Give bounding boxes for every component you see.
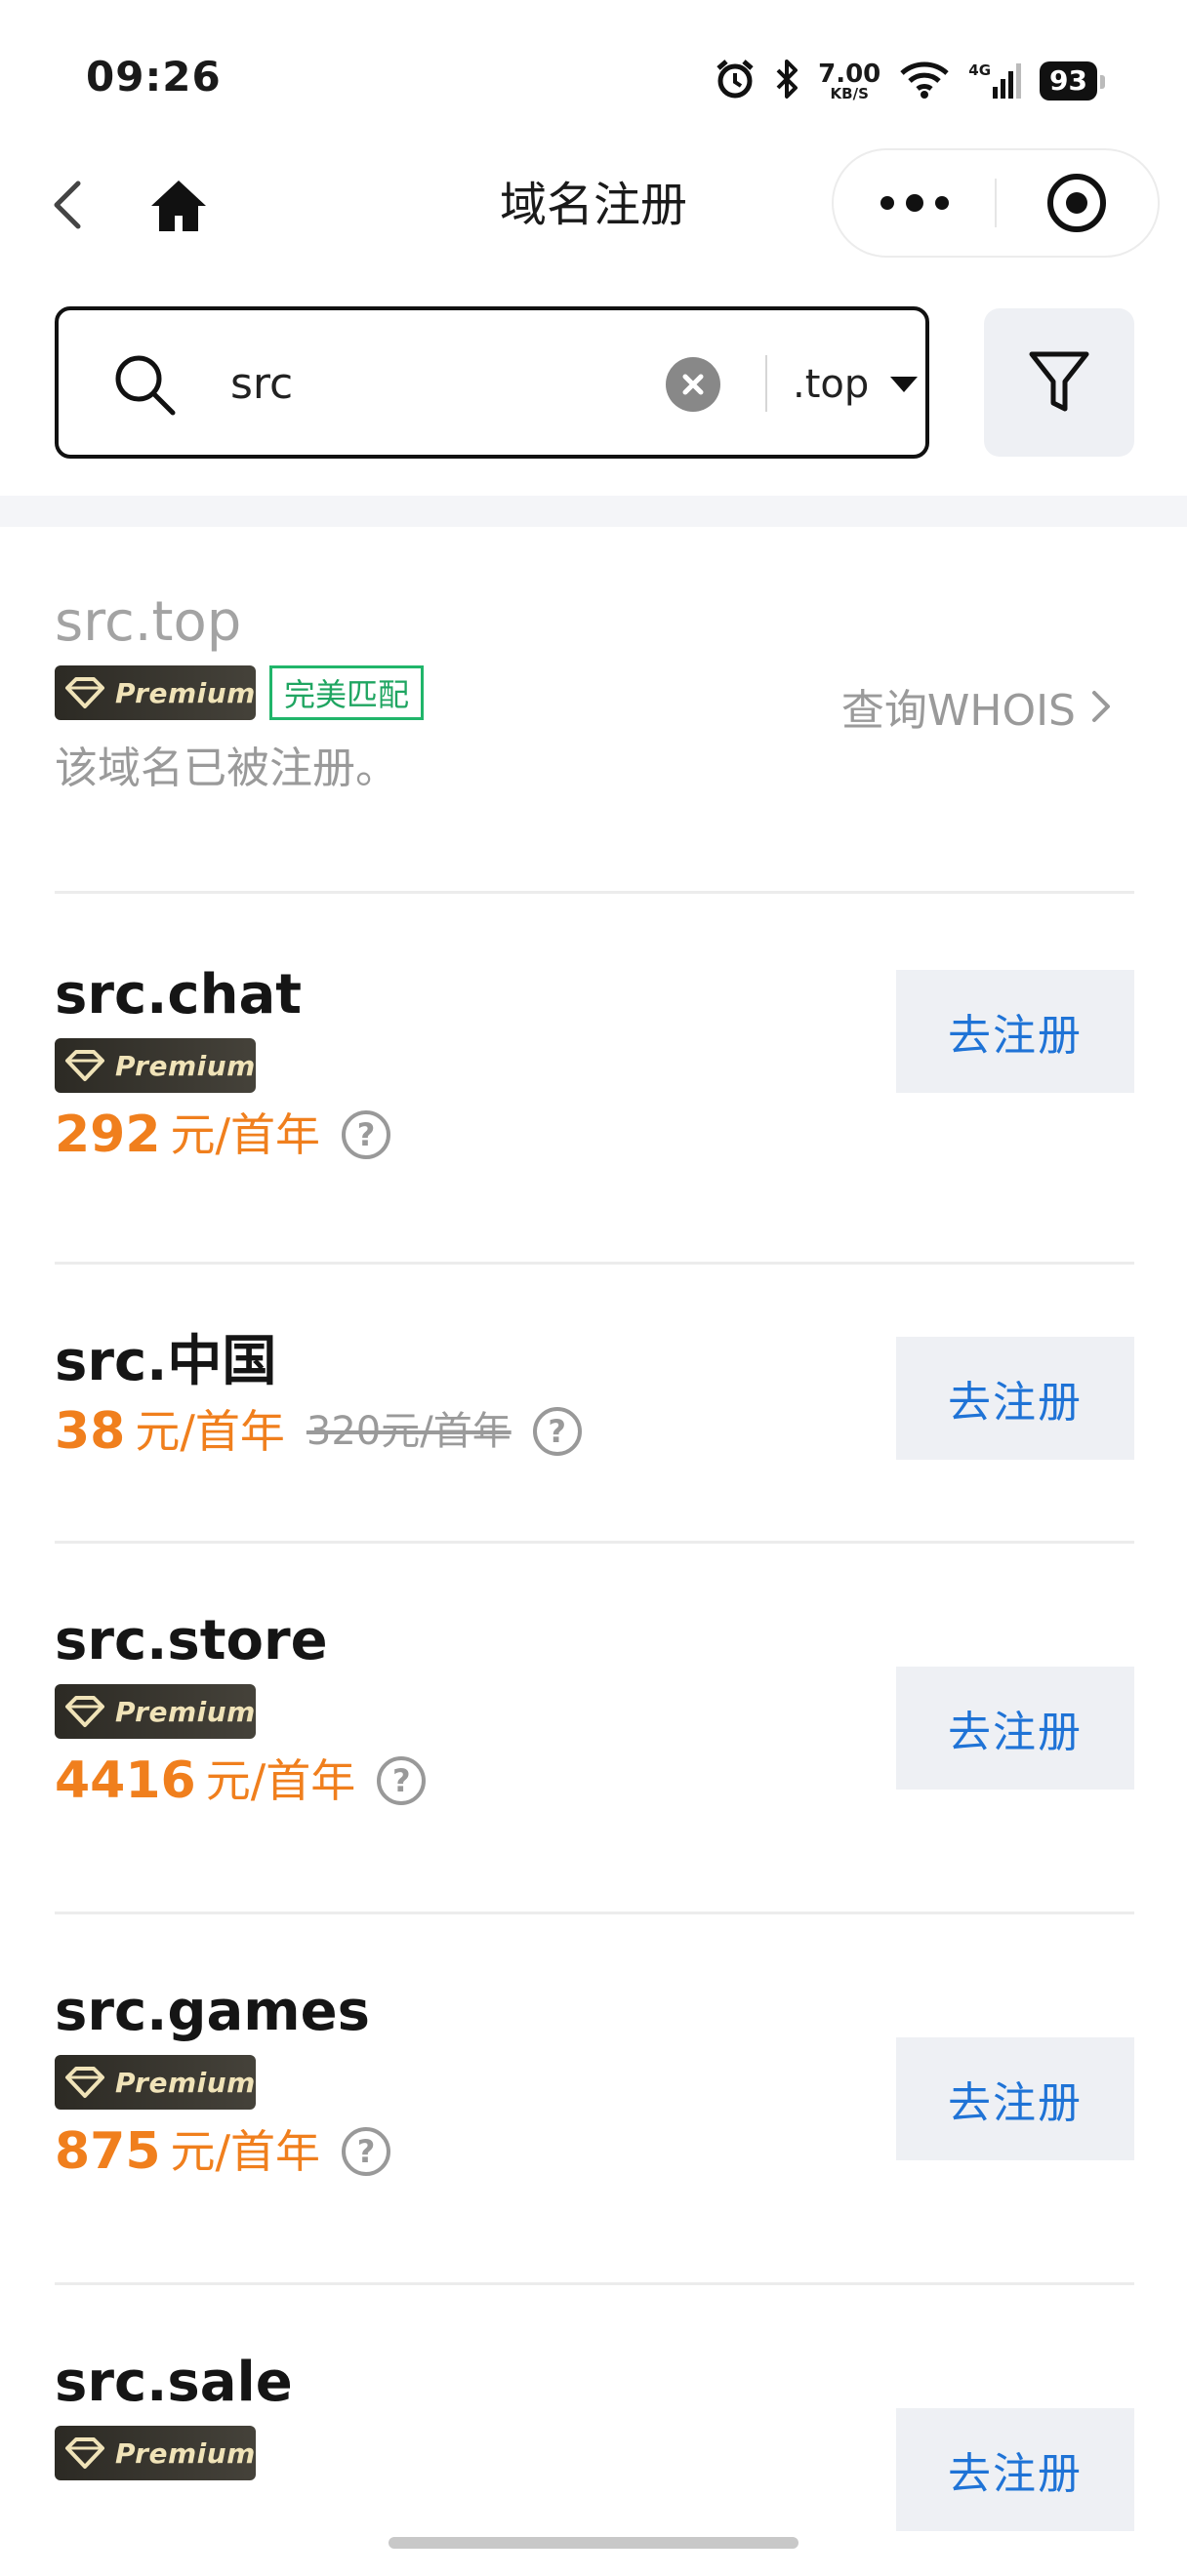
price-unit: 元/首年 <box>205 1754 356 1807</box>
search-box: src .top <box>55 306 929 459</box>
premium-badge: Premium <box>55 1684 256 1739</box>
list-item: src.top Premium 完美匹配 查询WHOIS 该域名已被注册。 <box>55 527 1134 894</box>
original-price: 320元/首年 <box>306 1409 512 1454</box>
battery-indicator: 93 <box>1040 61 1105 101</box>
list-item: src.store Premium 4416 元/首年 ? 去注册 <box>55 1544 1134 1914</box>
more-dot-icon <box>880 196 894 210</box>
status-icons: 7.00 KB/S 4G 93 <box>713 57 1105 105</box>
premium-label: Premium <box>115 1695 256 1728</box>
diamond-icon <box>65 1696 104 1727</box>
diamond-icon <box>65 677 104 708</box>
more-dot-icon <box>905 194 923 212</box>
premium-label: Premium <box>115 676 256 709</box>
section-divider <box>0 496 1187 527</box>
status-bar: 09:26 7.00 KB/S 4G 93 <box>0 0 1187 146</box>
register-button[interactable]: 去注册 <box>896 1667 1134 1790</box>
price: 292 元/首年 ? <box>55 1103 1134 1167</box>
caret-down-icon <box>890 377 919 392</box>
premium-label: Premium <box>115 2066 256 2099</box>
diamond-icon <box>65 2067 104 2098</box>
price-value: 38 <box>55 1402 126 1461</box>
tld-selected-value: .top <box>793 362 870 407</box>
miniprogram-capsule <box>832 148 1160 258</box>
domain-name: src.top <box>55 590 242 654</box>
premium-label: Premium <box>115 2436 256 2470</box>
more-button[interactable] <box>834 150 995 256</box>
alarm-icon <box>713 57 757 105</box>
bluetooth-icon <box>775 58 800 104</box>
help-icon[interactable]: ? <box>342 1110 391 1159</box>
price-unit: 元/首年 <box>170 2125 321 2178</box>
premium-badge: Premium <box>55 2426 256 2480</box>
price-unit: 元/首年 <box>170 1108 321 1161</box>
price-unit: 元/首年 <box>135 1405 285 1458</box>
wifi-icon <box>898 60 951 102</box>
list-item: src.chat Premium 292 元/首年 ? 去注册 <box>55 894 1134 1265</box>
status-time: 09:26 <box>86 53 222 101</box>
filter-icon <box>1029 351 1089 412</box>
list-item: src.中国 38 元/首年 320元/首年 ? 去注册 <box>55 1265 1134 1544</box>
tld-dropdown[interactable]: .top <box>793 355 919 414</box>
register-button[interactable]: 去注册 <box>896 2408 1134 2531</box>
premium-badge: Premium <box>55 665 256 720</box>
premium-badge: Premium <box>55 2055 256 2110</box>
premium-badge: Premium <box>55 1038 256 1093</box>
register-button[interactable]: 去注册 <box>896 1337 1134 1460</box>
search-input[interactable]: src <box>230 355 293 414</box>
search-icon <box>111 351 178 422</box>
whois-label: 查询WHOIS <box>840 686 1076 736</box>
network-type: 4G <box>968 61 992 79</box>
price-value: 875 <box>55 2122 161 2181</box>
perfect-match-badge: 完美匹配 <box>269 665 425 720</box>
help-icon[interactable]: ? <box>342 2127 391 2176</box>
register-button[interactable]: 去注册 <box>896 2037 1134 2160</box>
list-item: src.games Premium 875 元/首年 ? 去注册 <box>55 1914 1134 2285</box>
whois-link[interactable]: 查询WHOIS <box>841 675 1113 738</box>
diamond-icon <box>65 1050 104 1081</box>
more-dot-icon <box>934 196 949 210</box>
network-speed: 7.00 KB/S <box>818 61 880 101</box>
cellular-signal-icon: 4G <box>968 61 1022 101</box>
home-indicator[interactable] <box>389 2537 798 2549</box>
network-speed-value: 7.00 <box>818 59 881 89</box>
domain-results-list: src.top Premium 完美匹配 查询WHOIS 该域名已被注册。 sr… <box>55 527 1134 2558</box>
network-speed-unit: KB/S <box>830 84 869 102</box>
list-item: src.sale Premium 去注册 <box>55 2285 1134 2558</box>
register-button[interactable]: 去注册 <box>896 970 1134 1093</box>
premium-label: Premium <box>115 1049 256 1082</box>
price-value: 4416 <box>55 1751 196 1810</box>
filter-button[interactable] <box>984 308 1134 457</box>
help-icon[interactable]: ? <box>532 1407 582 1456</box>
price-value: 292 <box>55 1106 161 1164</box>
clear-search-button[interactable] <box>666 357 720 412</box>
help-icon[interactable]: ? <box>377 1756 427 1805</box>
nav-bar: 域名注册 <box>0 146 1187 263</box>
target-icon <box>1047 174 1107 232</box>
close-icon <box>682 374 704 395</box>
registration-status: 该域名已被注册。 <box>55 744 398 793</box>
diamond-icon <box>65 2437 104 2469</box>
search-divider <box>765 355 767 412</box>
close-miniprogram-button[interactable] <box>997 150 1158 256</box>
chevron-right-icon <box>1092 691 1110 722</box>
